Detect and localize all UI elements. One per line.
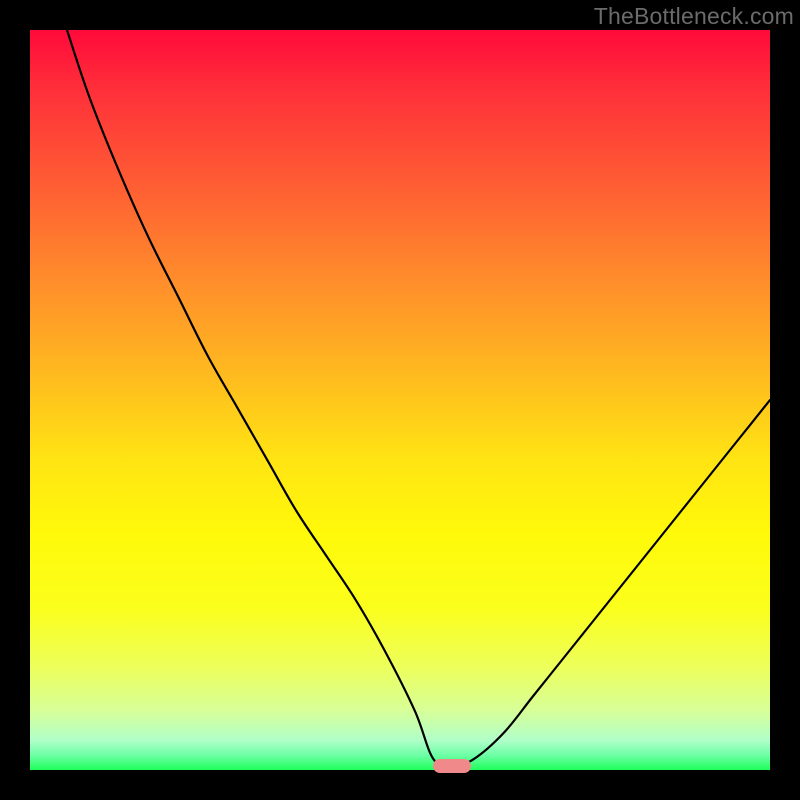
plot-area [30, 30, 770, 770]
curve-layer [30, 30, 770, 770]
watermark-text: TheBottleneck.com [594, 3, 794, 30]
minimum-marker [433, 759, 471, 773]
bottleneck-curve [67, 30, 770, 767]
chart-container: TheBottleneck.com [0, 0, 800, 800]
